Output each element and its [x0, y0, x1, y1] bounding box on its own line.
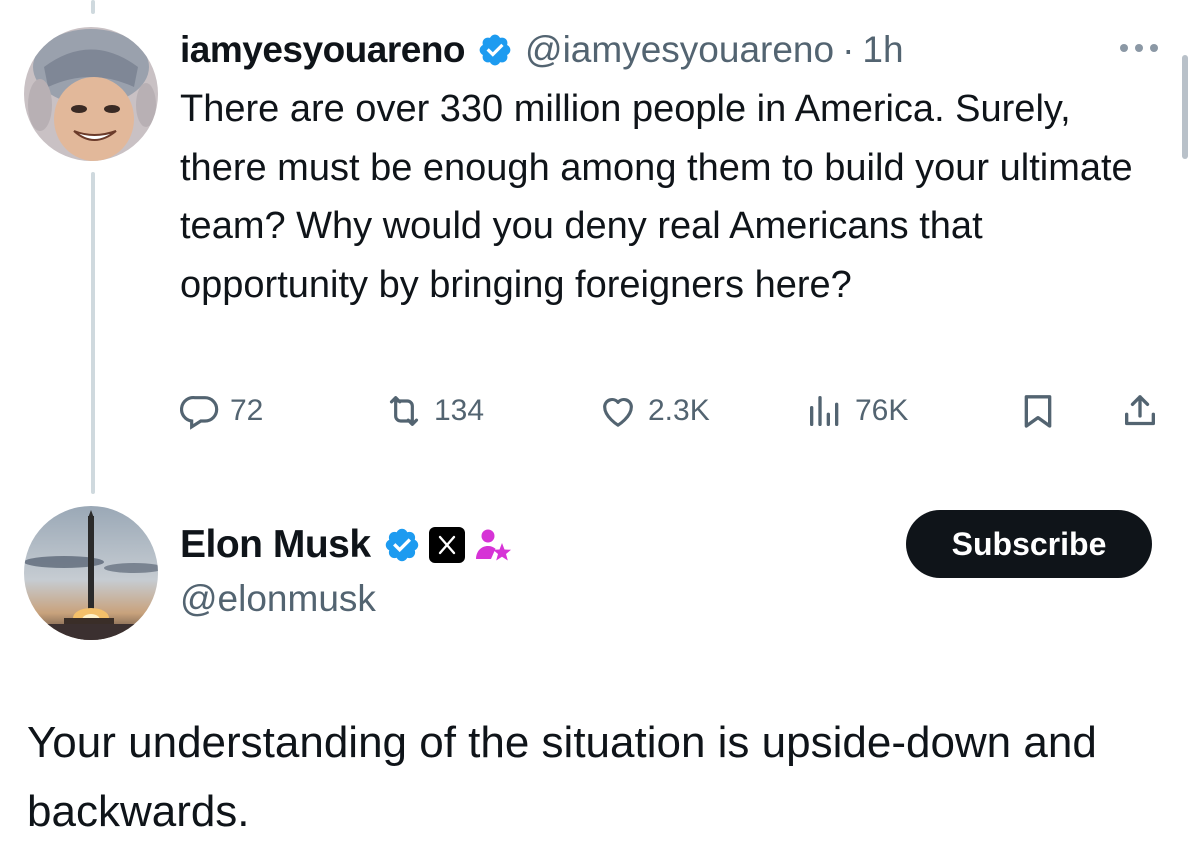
bookmark-button[interactable]: [1018, 388, 1058, 434]
reply-author-avatar[interactable]: [24, 506, 158, 640]
reply-text: Your understanding of the situation is u…: [27, 718, 1097, 836]
views-button[interactable]: 76K: [805, 388, 908, 434]
repost-icon: [389, 396, 419, 426]
repost-button[interactable]: 134: [384, 388, 484, 434]
repost-count: 134: [434, 394, 485, 427]
like-button[interactable]: 2.3K: [598, 388, 710, 434]
reply-count: 72: [230, 394, 264, 427]
scrollbar-thumb[interactable]: [1182, 55, 1188, 159]
bookmark-icon: [1024, 395, 1052, 428]
views-bar-chart-icon: [810, 396, 839, 426]
tweet-header: iamyesyouareno @iamyesyouareno · 1h: [180, 28, 904, 72]
reply-author-display-name[interactable]: Elon Musk: [180, 523, 371, 567]
separator-dot: ·: [842, 29, 855, 70]
share-button[interactable]: [1120, 388, 1160, 434]
reply-header: Elon Musk: [180, 522, 513, 568]
view-count: 76K: [855, 394, 909, 427]
x-logo-icon[interactable]: [428, 527, 465, 563]
reply-author-handle[interactable]: @elonmusk: [180, 578, 376, 620]
tweet-text: There are over 330 million people in Ame…: [180, 88, 1133, 306]
verified-badge-icon[interactable]: [477, 32, 513, 68]
subscriber-star-icon[interactable]: [473, 525, 513, 565]
subscribe-button[interactable]: Subscribe: [906, 510, 1152, 578]
author-avatar[interactable]: [24, 27, 158, 161]
avatar-cartoon-face-image: [24, 27, 158, 161]
more-horizontal-icon[interactable]: [1116, 38, 1162, 58]
share-upload-icon: [1125, 395, 1155, 426]
reply-bubble-icon: [180, 396, 219, 430]
reply-button[interactable]: 72: [180, 388, 263, 434]
author-handle[interactable]: @iamyesyouareno: [525, 29, 834, 71]
thread-line-top: [91, 0, 95, 14]
avatar-rocket-launch-image: [24, 506, 158, 640]
like-count: 2.3K: [648, 394, 710, 427]
author-display-name[interactable]: iamyesyouareno: [180, 29, 466, 71]
tweet-timestamp[interactable]: 1h: [862, 29, 903, 71]
thread-connector-line: [91, 172, 95, 494]
heart-icon: [603, 397, 633, 427]
verified-badge-icon[interactable]: [383, 526, 421, 564]
